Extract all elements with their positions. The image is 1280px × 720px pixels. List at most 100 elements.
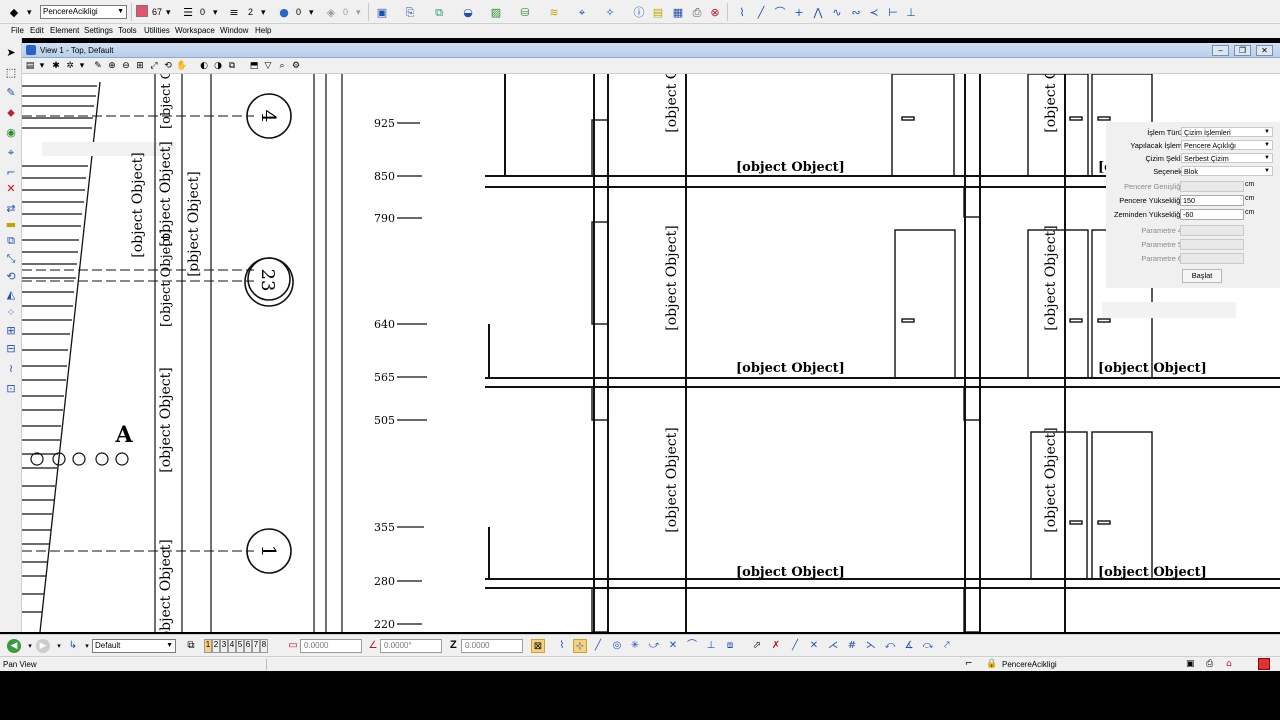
copy-view-icon[interactable]: ⧉ — [226, 60, 238, 72]
delete-icon[interactable]: ✕ — [3, 180, 19, 196]
attach-icon[interactable]: ↳ — [66, 639, 80, 653]
drop-icon[interactable]: ⊡ — [3, 380, 19, 396]
view-tool-icon[interactable]: ⚙ — [290, 60, 302, 72]
islem-turu-select[interactable]: Çizim İşlemleri ▼ — [1181, 127, 1273, 137]
chevron-down-icon[interactable]: ▾ — [356, 5, 361, 19]
modify-icon[interactable]: ≀ — [3, 360, 19, 376]
view-4-button[interactable]: 4 — [228, 639, 236, 653]
place-point-icon[interactable]: ⌇ — [734, 4, 750, 20]
folder-icon[interactable]: ▤ — [650, 4, 666, 20]
levels-icon[interactable]: ⛁ — [517, 4, 533, 20]
view-7-button[interactable]: 7 — [252, 639, 260, 653]
save-icon[interactable]: ▣ — [1186, 658, 1198, 670]
update-view-icon[interactable]: ✎ — [92, 60, 104, 72]
chevron-down-icon[interactable]: ▾ — [36, 60, 48, 72]
stop-icon[interactable]: ⊗ — [707, 4, 723, 20]
clip-volume-icon[interactable]: ⬒ — [248, 60, 260, 72]
image-icon[interactable]: ▦ — [670, 4, 686, 20]
spline-icon[interactable]: ∾ — [848, 4, 864, 20]
snap-extend-icon[interactable]: ⤼ — [921, 639, 935, 653]
zoom-out-icon[interactable]: ⊖ — [120, 60, 132, 72]
select-arrow-icon[interactable]: ➤ — [3, 44, 19, 60]
drawing-canvas[interactable]: 4 23 1 A [object Object] [object Object]… — [22, 74, 1280, 632]
snap-keypoint-icon[interactable]: ⊹ — [573, 639, 587, 653]
view-5-button[interactable]: 5 — [236, 639, 244, 653]
rectangle-icon[interactable]: ▭ — [286, 639, 300, 653]
view-attributes-icon[interactable]: ▤ — [24, 60, 36, 72]
chevron-down-icon[interactable]: ▾ — [27, 5, 32, 19]
ruler-icon[interactable]: ▬ — [3, 216, 19, 232]
snap-center-icon[interactable]: ◎ — [610, 639, 624, 653]
reference-icon[interactable]: ◒ — [460, 4, 476, 20]
move-icon[interactable]: ⇄ — [3, 200, 19, 216]
arc-icon[interactable]: ⌒ — [772, 4, 788, 20]
element-selection-icon[interactable]: ▣ — [374, 4, 390, 20]
print-icon[interactable]: ⎙ — [1206, 658, 1218, 670]
trim-icon[interactable]: ⊞ — [3, 322, 19, 338]
line-weight-icon[interactable]: ≡ — [226, 4, 242, 20]
snap-tangent-icon[interactable]: ⌒ — [685, 639, 699, 653]
palette-icon[interactable]: ◉ — [3, 124, 19, 140]
snap-tangent-from-icon[interactable]: ⤺ — [883, 639, 897, 653]
line-style-icon[interactable]: ☰ — [180, 4, 196, 20]
snap-midpoint-icon[interactable]: ⋌ — [826, 639, 840, 653]
cross-icon[interactable]: + — [791, 4, 807, 20]
close-button[interactable]: ✕ — [1256, 45, 1273, 56]
cizim-sekli-select[interactable]: Serbest Çizim ▼ — [1181, 153, 1273, 163]
zeminden-yuksekligi-input[interactable]: -60 — [1180, 209, 1244, 220]
priority-icon[interactable]: ◈ — [323, 4, 339, 20]
extend-icon[interactable]: ⊟ — [3, 340, 19, 356]
chevron-down-icon[interactable]: ▾ — [261, 5, 266, 19]
secenek-select[interactable]: Blok ▼ — [1181, 166, 1273, 176]
snap-through-icon[interactable]: ✕ — [807, 639, 821, 653]
accudraw-icon[interactable]: ⊠ — [531, 639, 545, 653]
snap-origin-icon[interactable]: ✳ — [628, 639, 642, 653]
measure-icon[interactable]: ⌖ — [574, 4, 590, 20]
layers-icon[interactable]: ≋ — [546, 4, 562, 20]
info-icon[interactable]: ⓘ — [631, 4, 647, 20]
polyline-icon[interactable]: ⋀ — [810, 4, 826, 20]
chevron-down-icon[interactable]: ▾ — [213, 5, 218, 19]
angle-field[interactable]: 0.0000° — [380, 639, 442, 653]
menu-tools[interactable]: Tools — [118, 26, 137, 36]
menu-help[interactable]: Help — [255, 26, 271, 36]
snap-intersection-icon[interactable]: ✕ — [666, 639, 680, 653]
axis-icon[interactable]: ⊥ — [903, 4, 919, 20]
color-swatch[interactable] — [136, 5, 148, 17]
snap-perpendicular-icon[interactable]: ⊥ — [704, 639, 718, 653]
pan-view-icon[interactable]: ✋ — [176, 60, 188, 72]
view-3-button[interactable]: 3 — [220, 639, 228, 653]
view-1-button[interactable]: 1 — [204, 639, 212, 653]
snap-settings-icon[interactable]: ⬀ — [750, 639, 764, 653]
rotate-view-icon[interactable]: ⟲ — [162, 60, 174, 72]
view-8-button[interactable]: 8 — [260, 639, 268, 653]
raster-icon[interactable]: ▨ — [488, 4, 504, 20]
snap-off-icon[interactable]: ✗ — [769, 639, 783, 653]
snap-bisector-icon[interactable]: ⤻ — [647, 639, 661, 653]
chevron-down-icon[interactable]: ▾ — [309, 5, 314, 19]
menu-element[interactable]: Element — [50, 26, 79, 36]
menu-edit[interactable]: Edit — [30, 26, 44, 36]
fence-icon[interactable]: ⎘ — [402, 4, 418, 20]
menu-workspace[interactable]: Workspace — [175, 26, 215, 36]
transparency-icon[interactable]: ● — [276, 4, 292, 20]
menu-window[interactable]: Window — [220, 26, 248, 36]
zoom-in-icon[interactable]: ⊕ — [106, 60, 118, 72]
error-indicator-icon[interactable] — [1258, 658, 1270, 670]
display-style-icon[interactable]: ✱ — [50, 60, 62, 72]
scale-icon[interactable]: ⤡ — [3, 250, 19, 266]
chevron-down-icon[interactable]: ▾ — [52, 639, 66, 653]
fence-icon[interactable]: ⬚ — [3, 64, 19, 80]
z-coordinate-field[interactable]: 0.0000 — [461, 639, 523, 653]
snap-point-icon[interactable]: ╱ — [788, 639, 802, 653]
forward-arrow-icon[interactable]: ▶ — [36, 639, 50, 653]
snap-parallel-icon[interactable]: ⧈ — [723, 639, 737, 653]
snap-angle-icon[interactable]: ∡ — [902, 639, 916, 653]
clip-mask-icon[interactable]: ▽ — [262, 60, 274, 72]
text-edit-icon[interactable]: ✎ — [3, 84, 19, 100]
parametre-6-input[interactable] — [1180, 253, 1244, 264]
dimension-icon[interactable]: ⊢ — [885, 4, 901, 20]
active-level-status[interactable]: PencereAcikligi — [1002, 660, 1057, 669]
fit-view-icon[interactable]: ⤢ — [148, 60, 160, 72]
view-2-button[interactable]: 2 — [212, 639, 220, 653]
